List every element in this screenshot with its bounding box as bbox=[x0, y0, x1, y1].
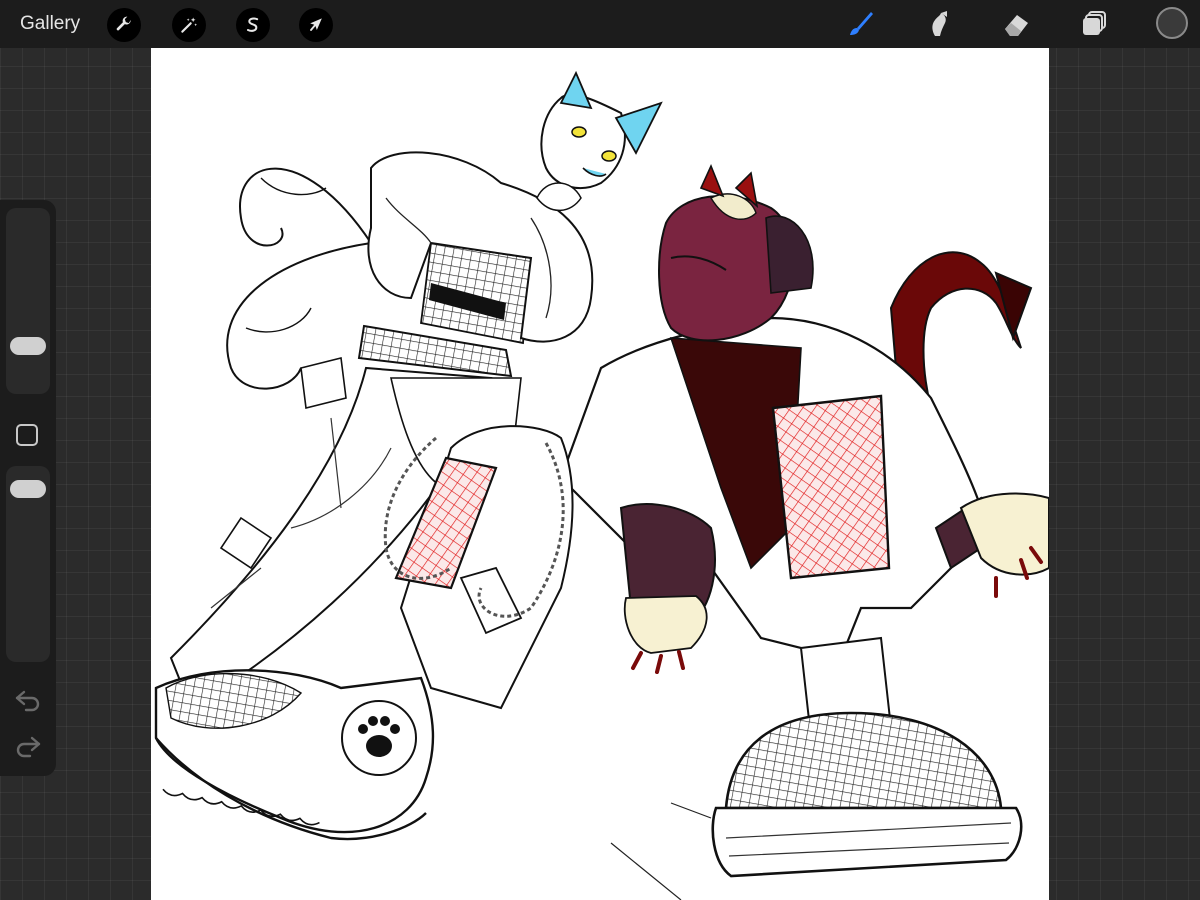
magic-wand-icon bbox=[181, 17, 198, 33]
transform-button[interactable] bbox=[299, 8, 333, 42]
arrow-cursor-icon bbox=[310, 18, 322, 31]
selection-button[interactable] bbox=[236, 8, 270, 42]
demon-sleeve-patch bbox=[771, 394, 891, 580]
eraser-icon bbox=[1005, 15, 1028, 36]
modify-button[interactable] bbox=[16, 424, 38, 446]
left-sidebar bbox=[0, 200, 56, 776]
brush-tool[interactable] bbox=[842, 6, 878, 42]
color-swatch[interactable] bbox=[1156, 7, 1188, 39]
undo-icon[interactable] bbox=[14, 688, 42, 712]
top-toolbar: Gallery bbox=[0, 0, 1200, 48]
adjustments-button[interactable] bbox=[172, 8, 206, 42]
fox-ear-left bbox=[559, 70, 593, 110]
demon-boot-toe bbox=[724, 711, 1003, 810]
opacity-handle[interactable] bbox=[10, 480, 46, 498]
actions-button[interactable] bbox=[107, 8, 141, 42]
drawing-canvas[interactable] bbox=[151, 48, 1049, 900]
smudge-tool[interactable] bbox=[920, 6, 956, 42]
smudge-icon bbox=[932, 11, 947, 36]
fox-eye-right bbox=[601, 150, 617, 162]
eraser-tool[interactable] bbox=[998, 6, 1034, 42]
fox-eye-left bbox=[571, 126, 587, 138]
fox-tail bbox=[226, 167, 372, 390]
layers-tool[interactable] bbox=[1076, 6, 1112, 42]
brush-size-slider[interactable] bbox=[6, 208, 50, 394]
floor-lines bbox=[610, 802, 712, 900]
wrench-icon bbox=[116, 16, 131, 31]
brush-icon bbox=[850, 12, 873, 35]
demon-boot-sole bbox=[711, 806, 1023, 878]
artwork bbox=[154, 70, 1049, 900]
brush-size-handle[interactable] bbox=[10, 337, 46, 355]
redo-icon[interactable] bbox=[14, 734, 42, 758]
gallery-button[interactable]: Gallery bbox=[20, 12, 80, 36]
fox-head bbox=[540, 93, 626, 189]
selection-s-icon bbox=[247, 17, 259, 32]
layers-icon bbox=[1083, 11, 1106, 35]
